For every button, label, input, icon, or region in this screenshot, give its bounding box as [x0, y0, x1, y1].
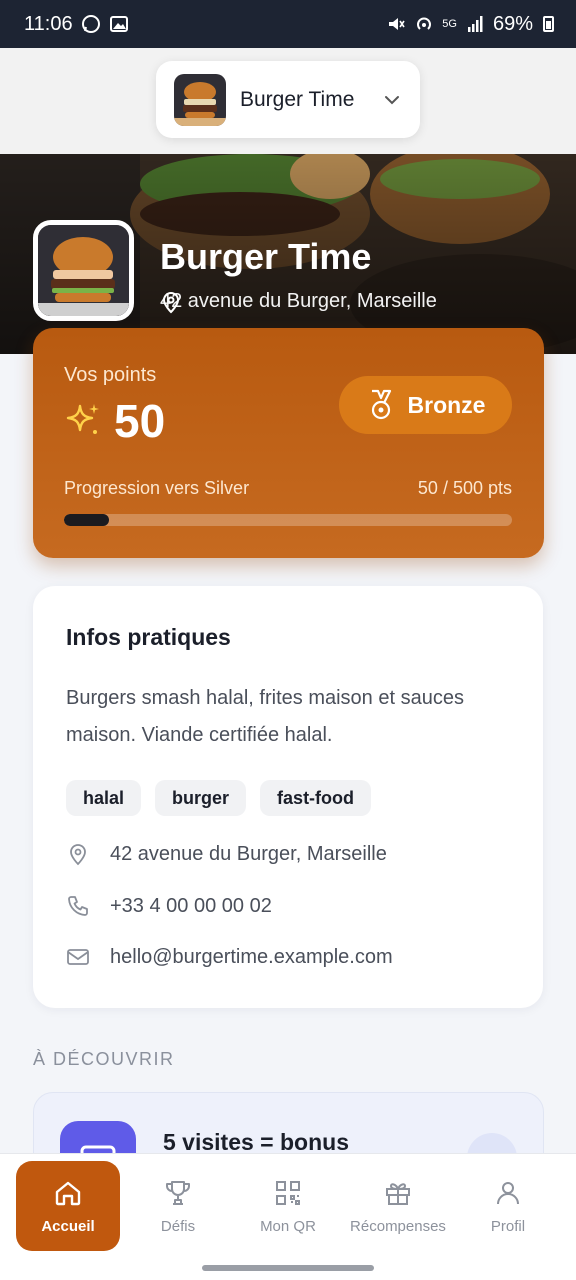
- mute-icon: [389, 18, 405, 30]
- location-pin-icon: [162, 292, 180, 314]
- gallery-icon: [109, 16, 128, 32]
- restaurant-title: Burger Time: [160, 236, 372, 277]
- network-type: 5G: [442, 18, 457, 30]
- mail-icon: [67, 949, 89, 965]
- contact-email-text: hello@burgertime.example.com: [110, 945, 393, 968]
- battery-icon: [543, 16, 554, 32]
- restaurant-selector-name: Burger Time: [240, 87, 355, 111]
- nav-defis[interactable]: Défis: [126, 1161, 230, 1251]
- battery-level: 69%: [492, 12, 533, 35]
- tier-badge[interactable]: Bronze: [339, 376, 512, 434]
- nav-profil[interactable]: Profil: [456, 1161, 560, 1251]
- chevron-down-icon: [385, 95, 399, 104]
- points-card: Vos points 50 Bronze Progression vers Si…: [33, 328, 544, 558]
- hero-address: 42 avenue du Burger, Marseille: [160, 290, 437, 314]
- progress-track: [64, 514, 512, 526]
- info-description: Burgers smash halal, frites maison et sa…: [66, 687, 464, 746]
- progress-label: Progression vers Silver: [64, 478, 250, 498]
- info-title: Infos pratiques: [66, 624, 231, 650]
- contact-email[interactable]: hello@burgertime.example.com: [66, 945, 393, 969]
- restaurant-selector[interactable]: Burger Time: [156, 61, 420, 138]
- nav-profil-label: Profil: [490, 1217, 526, 1235]
- home-indicator[interactable]: [202, 1265, 374, 1271]
- restaurant-logo: [174, 73, 226, 126]
- tag-burger[interactable]: burger: [155, 780, 247, 816]
- status-time: 11:06: [24, 12, 73, 35]
- tag-list: halal burger fast-food: [66, 780, 372, 816]
- progress-count: 50 / 500 pts: [417, 478, 512, 498]
- home-icon: [55, 1181, 81, 1205]
- user-icon: [497, 1181, 519, 1204]
- tag-halal[interactable]: halal: [66, 780, 142, 816]
- promo-title: 5 visites = bonus: [163, 1129, 349, 1155]
- nav-defis-label: Défis: [160, 1217, 196, 1235]
- hero-banner: Burger Time 42 avenue du Burger, Marseil…: [0, 154, 576, 354]
- qr-code-icon: [276, 1180, 300, 1205]
- medal-icon: [371, 389, 391, 420]
- hero-address-text: 42 avenue du Burger, Marseille: [160, 290, 437, 312]
- tier-label: Bronze: [407, 391, 486, 418]
- contact-phone-text: +33 4 00 00 00 02: [110, 894, 272, 917]
- nav-mon-qr[interactable]: Mon QR: [236, 1161, 340, 1251]
- contact-address[interactable]: 42 avenue du Burger, Marseille: [66, 842, 387, 866]
- nav-recompenses[interactable]: Récompenses: [346, 1161, 450, 1251]
- trophy-icon: [166, 1180, 190, 1205]
- signal-icon: [467, 16, 483, 32]
- nav-mon-qr-label: Mon QR: [260, 1217, 316, 1235]
- nav-recompenses-label: Récompenses: [350, 1217, 446, 1235]
- hero-restaurant-logo: [33, 220, 134, 321]
- points-label: Vos points: [64, 364, 157, 386]
- whatsapp-icon: [81, 15, 100, 33]
- nav-accueil[interactable]: Accueil: [16, 1161, 120, 1251]
- sparkle-icon: [66, 404, 99, 434]
- top-bar: Burger Time: [0, 48, 576, 154]
- location-pin-icon: [70, 844, 86, 866]
- contact-address-text: 42 avenue du Burger, Marseille: [110, 842, 387, 865]
- hotspot-icon: [417, 17, 432, 30]
- points-value: 50: [114, 395, 166, 447]
- progress-fill: [64, 514, 109, 526]
- tag-fast-food[interactable]: fast-food: [260, 780, 372, 816]
- nav-accueil-label: Accueil: [41, 1217, 95, 1235]
- discover-heading: À DÉCOUVRIR: [33, 1049, 175, 1069]
- gift-icon: [386, 1182, 410, 1205]
- contact-phone[interactable]: +33 4 00 00 00 02: [66, 894, 272, 918]
- status-bar: 11:06 5G 69%: [0, 0, 576, 48]
- phone-icon: [68, 896, 88, 916]
- points-value-row: 50: [64, 394, 165, 448]
- info-card: Infos pratiques Burgers smash halal, fri…: [33, 586, 543, 1008]
- bottom-navigation: Accueil Défis Mon QR Récompenses Profil: [0, 1153, 576, 1280]
